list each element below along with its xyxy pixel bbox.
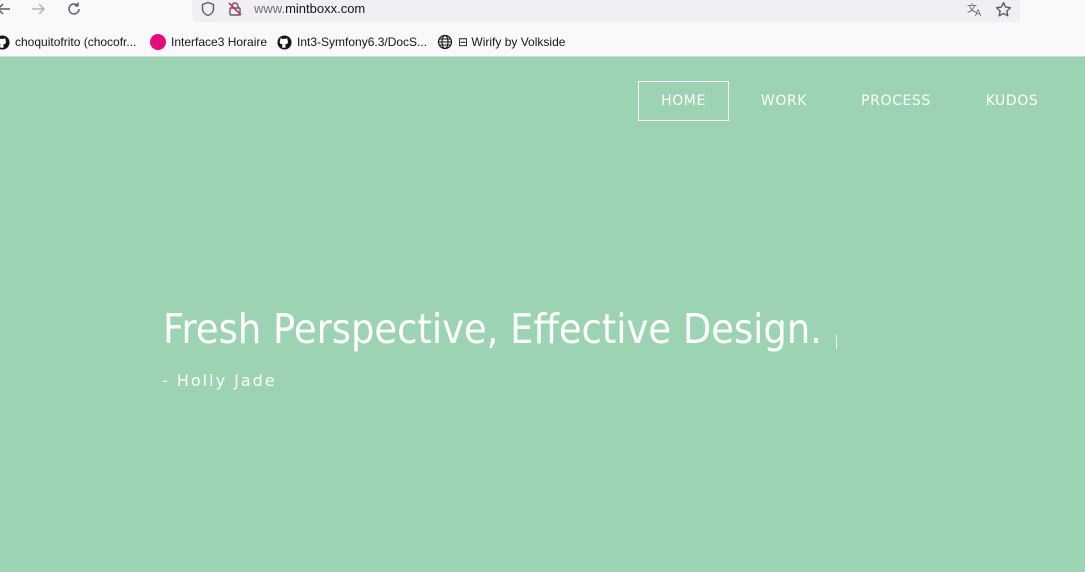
nav-kudos[interactable]: KUDOS [975, 81, 1049, 121]
bookmark-item[interactable]: Int3-Symfony6.3/DocS... [276, 31, 427, 53]
typing-cursor [836, 334, 837, 349]
bookmark-item[interactable]: ⊟ Wirify by Volkside [437, 31, 565, 53]
browser-chrome: www.mintboxx.com 文A choquitofrito (choco… [0, 0, 1085, 57]
url-domain: mintboxx.com [285, 1, 366, 16]
reload-icon[interactable] [64, 0, 84, 18]
shield-icon[interactable] [199, 0, 217, 18]
site-nav: HOME WORK PROCESS KUDOS [0, 81, 1085, 121]
svg-text:A: A [975, 9, 982, 17]
bookmark-label: Int3-Symfony6.3/DocS... [297, 35, 428, 49]
bookmark-label: Interface3 Horaire [171, 35, 268, 49]
github-icon [276, 34, 292, 50]
globe-icon [437, 34, 453, 50]
url-prefix: www. [254, 1, 286, 16]
bookmark-label: ⊟ Wirify by Volkside [458, 35, 566, 49]
browser-toolbar: www.mintboxx.com 文A [0, 0, 1085, 28]
translate-icon[interactable]: 文A [966, 0, 984, 18]
bookmark-star-icon[interactable] [994, 0, 1012, 18]
nav-work[interactable]: WORK [749, 81, 819, 121]
forward-icon[interactable] [28, 0, 48, 18]
hero-title: Fresh Perspective, Effective Design. [163, 305, 822, 353]
hero-author: - Holly Jade [162, 371, 277, 390]
nav-home[interactable]: HOME [638, 81, 729, 121]
url-text[interactable]: www.mintboxx.com [254, 1, 365, 16]
url-bar[interactable]: www.mintboxx.com 文A [192, 0, 1020, 22]
github-icon [0, 34, 10, 50]
bookmark-item[interactable]: choquitofrito (chocofr... [0, 31, 136, 53]
insecure-lock-icon[interactable] [226, 0, 244, 18]
bookmark-item[interactable]: Interface3 Horaire [150, 31, 267, 53]
back-icon[interactable] [0, 0, 14, 18]
bookmarks-bar: choquitofrito (chocofr... Interface3 Hor… [0, 31, 1085, 53]
page-content: HOME WORK PROCESS KUDOS Fresh Perspectiv… [0, 57, 1085, 572]
pink-dot-icon [150, 34, 166, 50]
bookmark-label: choquitofrito (chocofr... [15, 35, 137, 49]
nav-process[interactable]: PROCESS [851, 81, 941, 121]
